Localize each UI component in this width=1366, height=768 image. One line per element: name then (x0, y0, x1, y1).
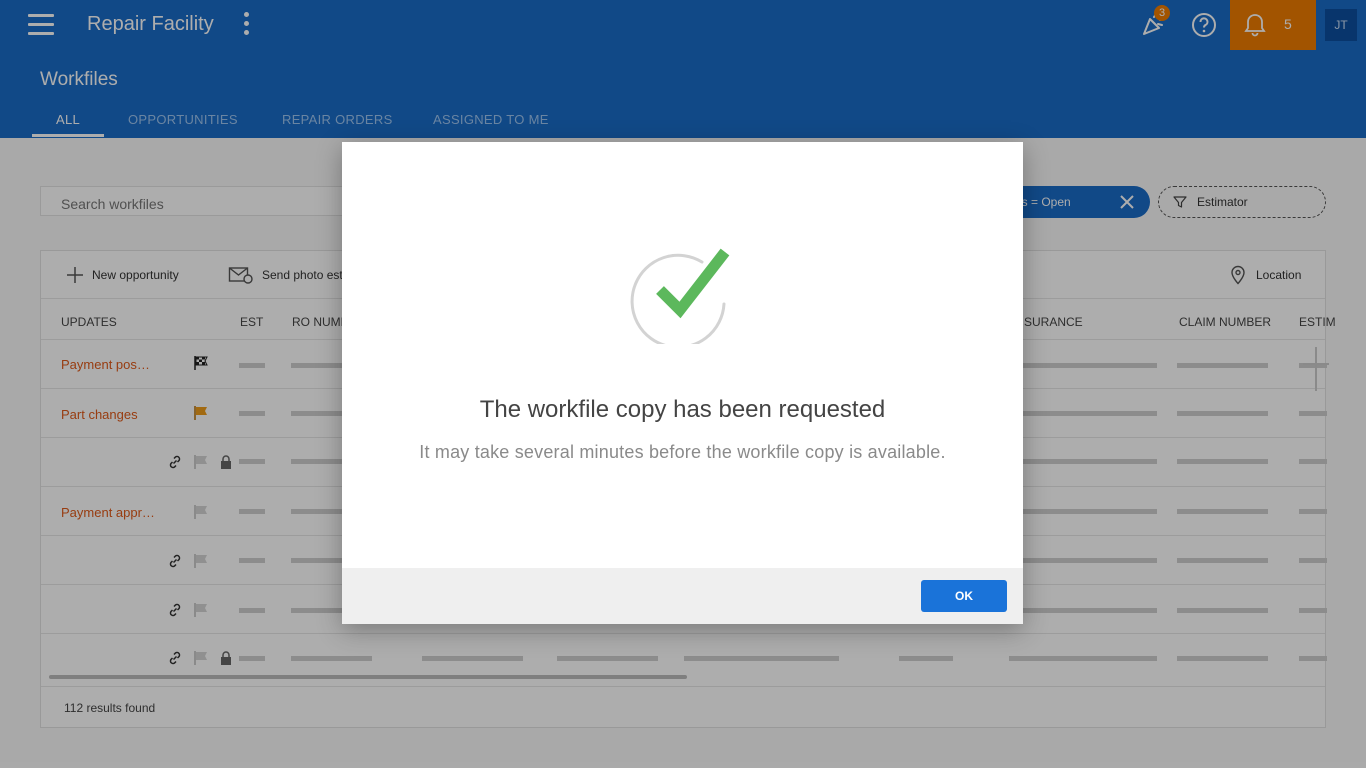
ok-button[interactable]: OK (921, 580, 1007, 612)
dialog-title: The workfile copy has been requested (479, 396, 886, 423)
dialog-message: It may take several minutes before the w… (419, 442, 946, 462)
success-check-icon (630, 248, 730, 344)
confirmation-dialog: The workfile copy has been requested It … (342, 142, 1023, 624)
